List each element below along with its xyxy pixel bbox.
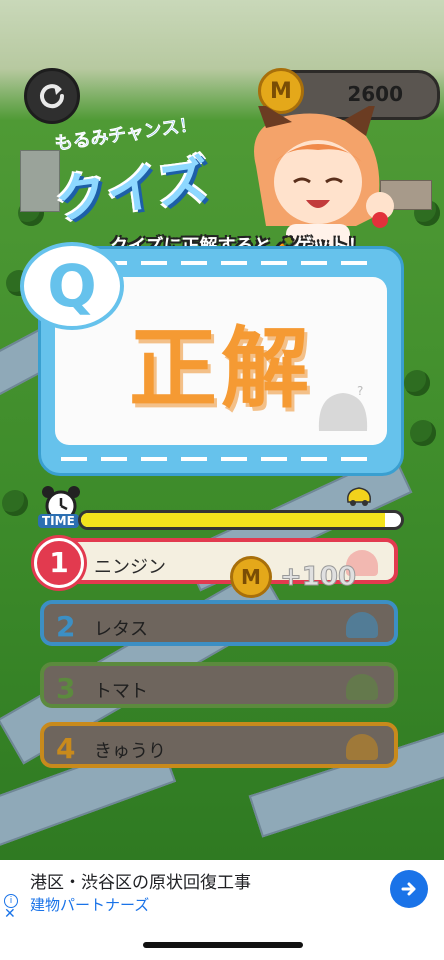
- ghost-mascot-icon: [346, 612, 378, 638]
- game-scene: 2600 M もるみチャンス！ クイズ クイズに正解すると🥕ゲット！ 正解 ? …: [0, 0, 444, 860]
- time-bar: [78, 510, 404, 530]
- card-dashes-bottom: [61, 457, 381, 461]
- refresh-icon: [40, 84, 65, 109]
- ad-subtitle[interactable]: 建物パートナーズ: [30, 894, 149, 915]
- option-number: 2: [56, 610, 76, 643]
- coin-total: 2600: [347, 82, 403, 106]
- option-label: ニンジン: [94, 557, 166, 578]
- option-label: レタス: [94, 619, 148, 640]
- option-label: きゅうり: [94, 741, 166, 762]
- reward-coin-letter: M: [241, 565, 261, 589]
- result-text: 正解: [128, 316, 313, 420]
- answer-option-4[interactable]: 4 きゅうり: [40, 722, 398, 768]
- arrow-right-icon: [401, 882, 416, 896]
- option-label: トマト: [94, 681, 148, 702]
- reward-coin-icon: M: [230, 556, 272, 598]
- ad-cta-button[interactable]: [390, 870, 428, 908]
- q-badge: Q: [20, 242, 124, 330]
- ghost-mascot-icon: [346, 734, 378, 760]
- car-icon: [346, 487, 372, 506]
- ad-title[interactable]: 港区・渋谷区の原状回復工事: [30, 868, 251, 893]
- refresh-button[interactable]: [24, 68, 80, 124]
- tree: [410, 420, 436, 446]
- coin-letter: M: [270, 78, 292, 104]
- reward-amount: +100: [279, 562, 357, 593]
- home-indicator-area: [0, 922, 444, 960]
- ghost-mascot-icon: ?: [318, 385, 368, 431]
- time-label: TIME: [38, 514, 79, 528]
- home-indicator[interactable]: [143, 942, 303, 948]
- time-bar-fill: [81, 513, 385, 527]
- option-number: 4: [56, 732, 76, 765]
- option-number: 3: [56, 672, 76, 705]
- timer: TIME: [38, 484, 84, 530]
- ghost-mascot-icon: [346, 674, 378, 700]
- answer-option-2[interactable]: 2 レタス: [40, 600, 398, 646]
- option-number: 1: [34, 538, 84, 588]
- ad-banner[interactable]: i ✕ 港区・渋谷区の原状回復工事 建物パートナーズ: [0, 860, 444, 922]
- close-icon[interactable]: ✕: [4, 906, 16, 922]
- tree: [404, 370, 430, 396]
- answer-option-3[interactable]: 3 トマト: [40, 662, 398, 708]
- svg-text:?: ?: [357, 385, 363, 398]
- tree: [2, 490, 28, 516]
